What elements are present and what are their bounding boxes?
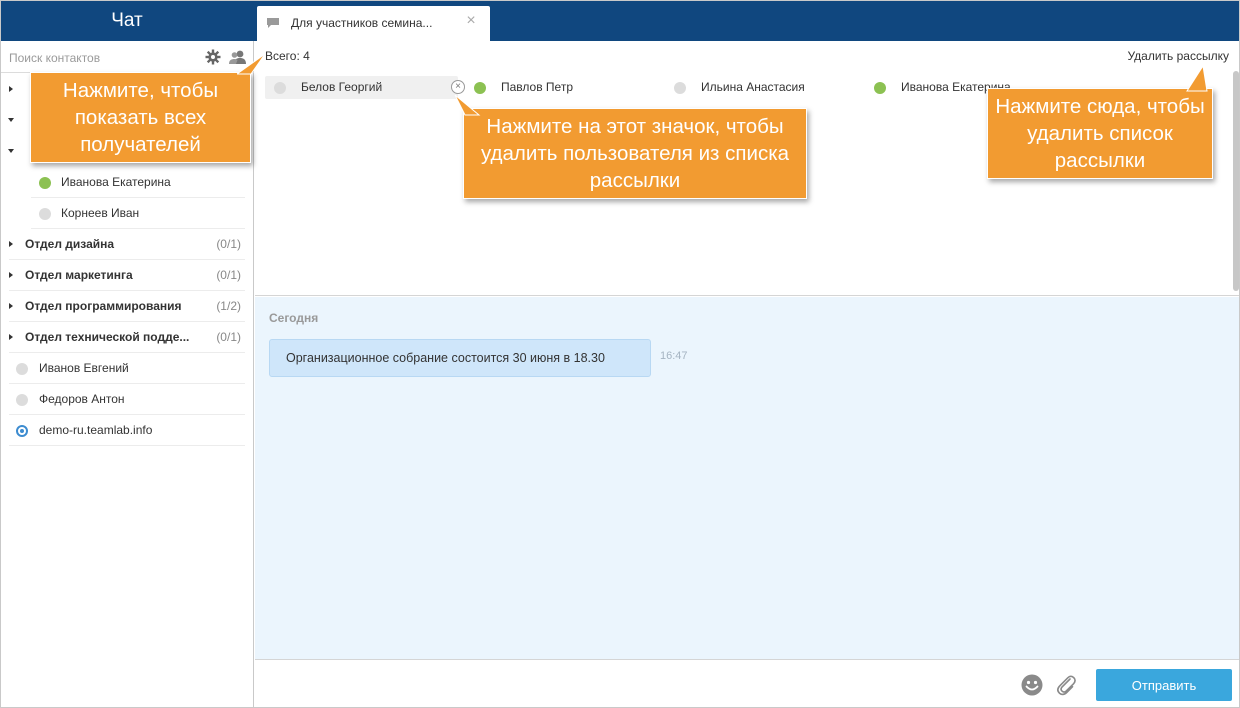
smile-icon[interactable] [1021,674,1043,696]
message-area: Сегодня Организационное собрание состоит… [255,297,1239,659]
status-offline-icon [16,363,28,375]
remove-circle-icon[interactable]: × [451,80,465,94]
status-offline-icon [16,394,28,406]
recipient-name: Павлов Петр [501,80,573,94]
department-count: (1/2) [216,299,241,313]
caret-down-icon [8,118,14,122]
department-count: (0/1) [216,330,241,344]
status-self-icon [16,425,28,437]
tooltip-show-all: Нажмите, чтобы показать всех получателей [30,72,251,163]
caret-right-icon [9,272,13,278]
tab-label: Для участников семина... [291,16,433,30]
recipient-item[interactable]: Белов Георгий × [265,76,465,99]
contact-name: Иванов Евгений [39,361,129,375]
contact-item[interactable]: Корнеев Иван [1,198,253,229]
app-title: Чат [111,10,143,31]
tooltip-pointer-icon [1186,64,1208,92]
contact-item[interactable]: Федоров Антон [1,384,253,415]
status-online-icon [874,82,886,94]
recipient-item[interactable]: Павлов Петр [465,76,658,99]
chat-bubble-icon [267,18,279,28]
scrollbar[interactable] [1233,71,1239,291]
department-name: Отдел маркетинга [25,268,133,282]
tooltip-text: Нажмите на этот значок, чтобы удалить по… [480,115,790,192]
search-input[interactable] [9,49,189,67]
caret-right-icon [9,303,13,309]
contact-item[interactable]: Иванов Евгений [1,353,253,384]
divider [9,445,245,446]
department-row[interactable]: Отдел технической подде... (0/1) [1,322,253,353]
tab-broadcast[interactable]: Для участников семина... × [257,6,490,41]
department-row[interactable]: Отдел программирования (1/2) [1,291,253,322]
tooltip-remove-user: Нажмите на этот значок, чтобы удалить по… [463,108,807,199]
caret-right-icon [9,241,13,247]
close-icon[interactable]: × [463,13,479,29]
recipient-name: Ильина Анастасия [701,80,805,94]
message-time: 16:47 [660,350,688,362]
status-offline-icon [274,82,286,94]
caret-down-icon [8,149,14,153]
contact-item[interactable]: Иванова Екатерина [1,167,253,198]
department-count: (0/1) [216,268,241,282]
recipient-name: Белов Георгий [301,80,383,94]
delete-list-link[interactable]: Удалить рассылку [1127,49,1229,63]
status-offline-icon [39,208,51,220]
paperclip-icon[interactable] [1055,674,1077,696]
department-row[interactable]: Отдел маркетинга (0/1) [1,260,253,291]
send-button[interactable]: Отправить [1096,669,1232,701]
caret-right-icon [9,86,13,92]
department-name: Отдел технической подде... [25,330,190,344]
recipients-total[interactable]: Всего: 4 [265,49,310,63]
message-bubble: Организационное собрание состоится 30 ию… [269,339,651,377]
contact-name: Федоров Антон [39,392,125,406]
status-online-icon [39,177,51,189]
day-separator: Сегодня [269,311,319,325]
contact-name: Корнеев Иван [61,206,140,220]
contact-item[interactable]: demo-ru.teamlab.info [1,415,253,446]
gear-icon[interactable] [205,49,221,65]
status-offline-icon [674,82,686,94]
tooltip-text: Нажмите, чтобы показать всех получателей [62,79,219,156]
department-count: (0/1) [216,237,241,251]
tooltip-text: Нажмите сюда, чтобы удалить список рассы… [995,95,1205,172]
department-name: Отдел программирования [25,299,182,313]
caret-right-icon [9,334,13,340]
tooltip-pointer-icon [454,94,481,116]
contact-name: demo-ru.teamlab.info [39,423,153,437]
recipient-item[interactable]: Ильина Анастасия [665,76,858,99]
contact-name: Иванова Екатерина [61,175,171,189]
department-name: Отдел дизайна [25,237,115,251]
header-bar: Чат Для участников семина... × [1,1,1239,41]
department-row[interactable]: Отдел дизайна (0/1) [1,229,253,260]
tooltip-pointer-icon [237,53,266,75]
chat-window: Чат Для участников семина... × Поиск кон… [0,0,1240,708]
message-text: Организационное собрание состоится 30 ию… [286,351,605,365]
tooltip-delete-list: Нажмите сюда, чтобы удалить список рассы… [987,88,1213,179]
composer-bar[interactable]: Отправить [255,659,1239,707]
